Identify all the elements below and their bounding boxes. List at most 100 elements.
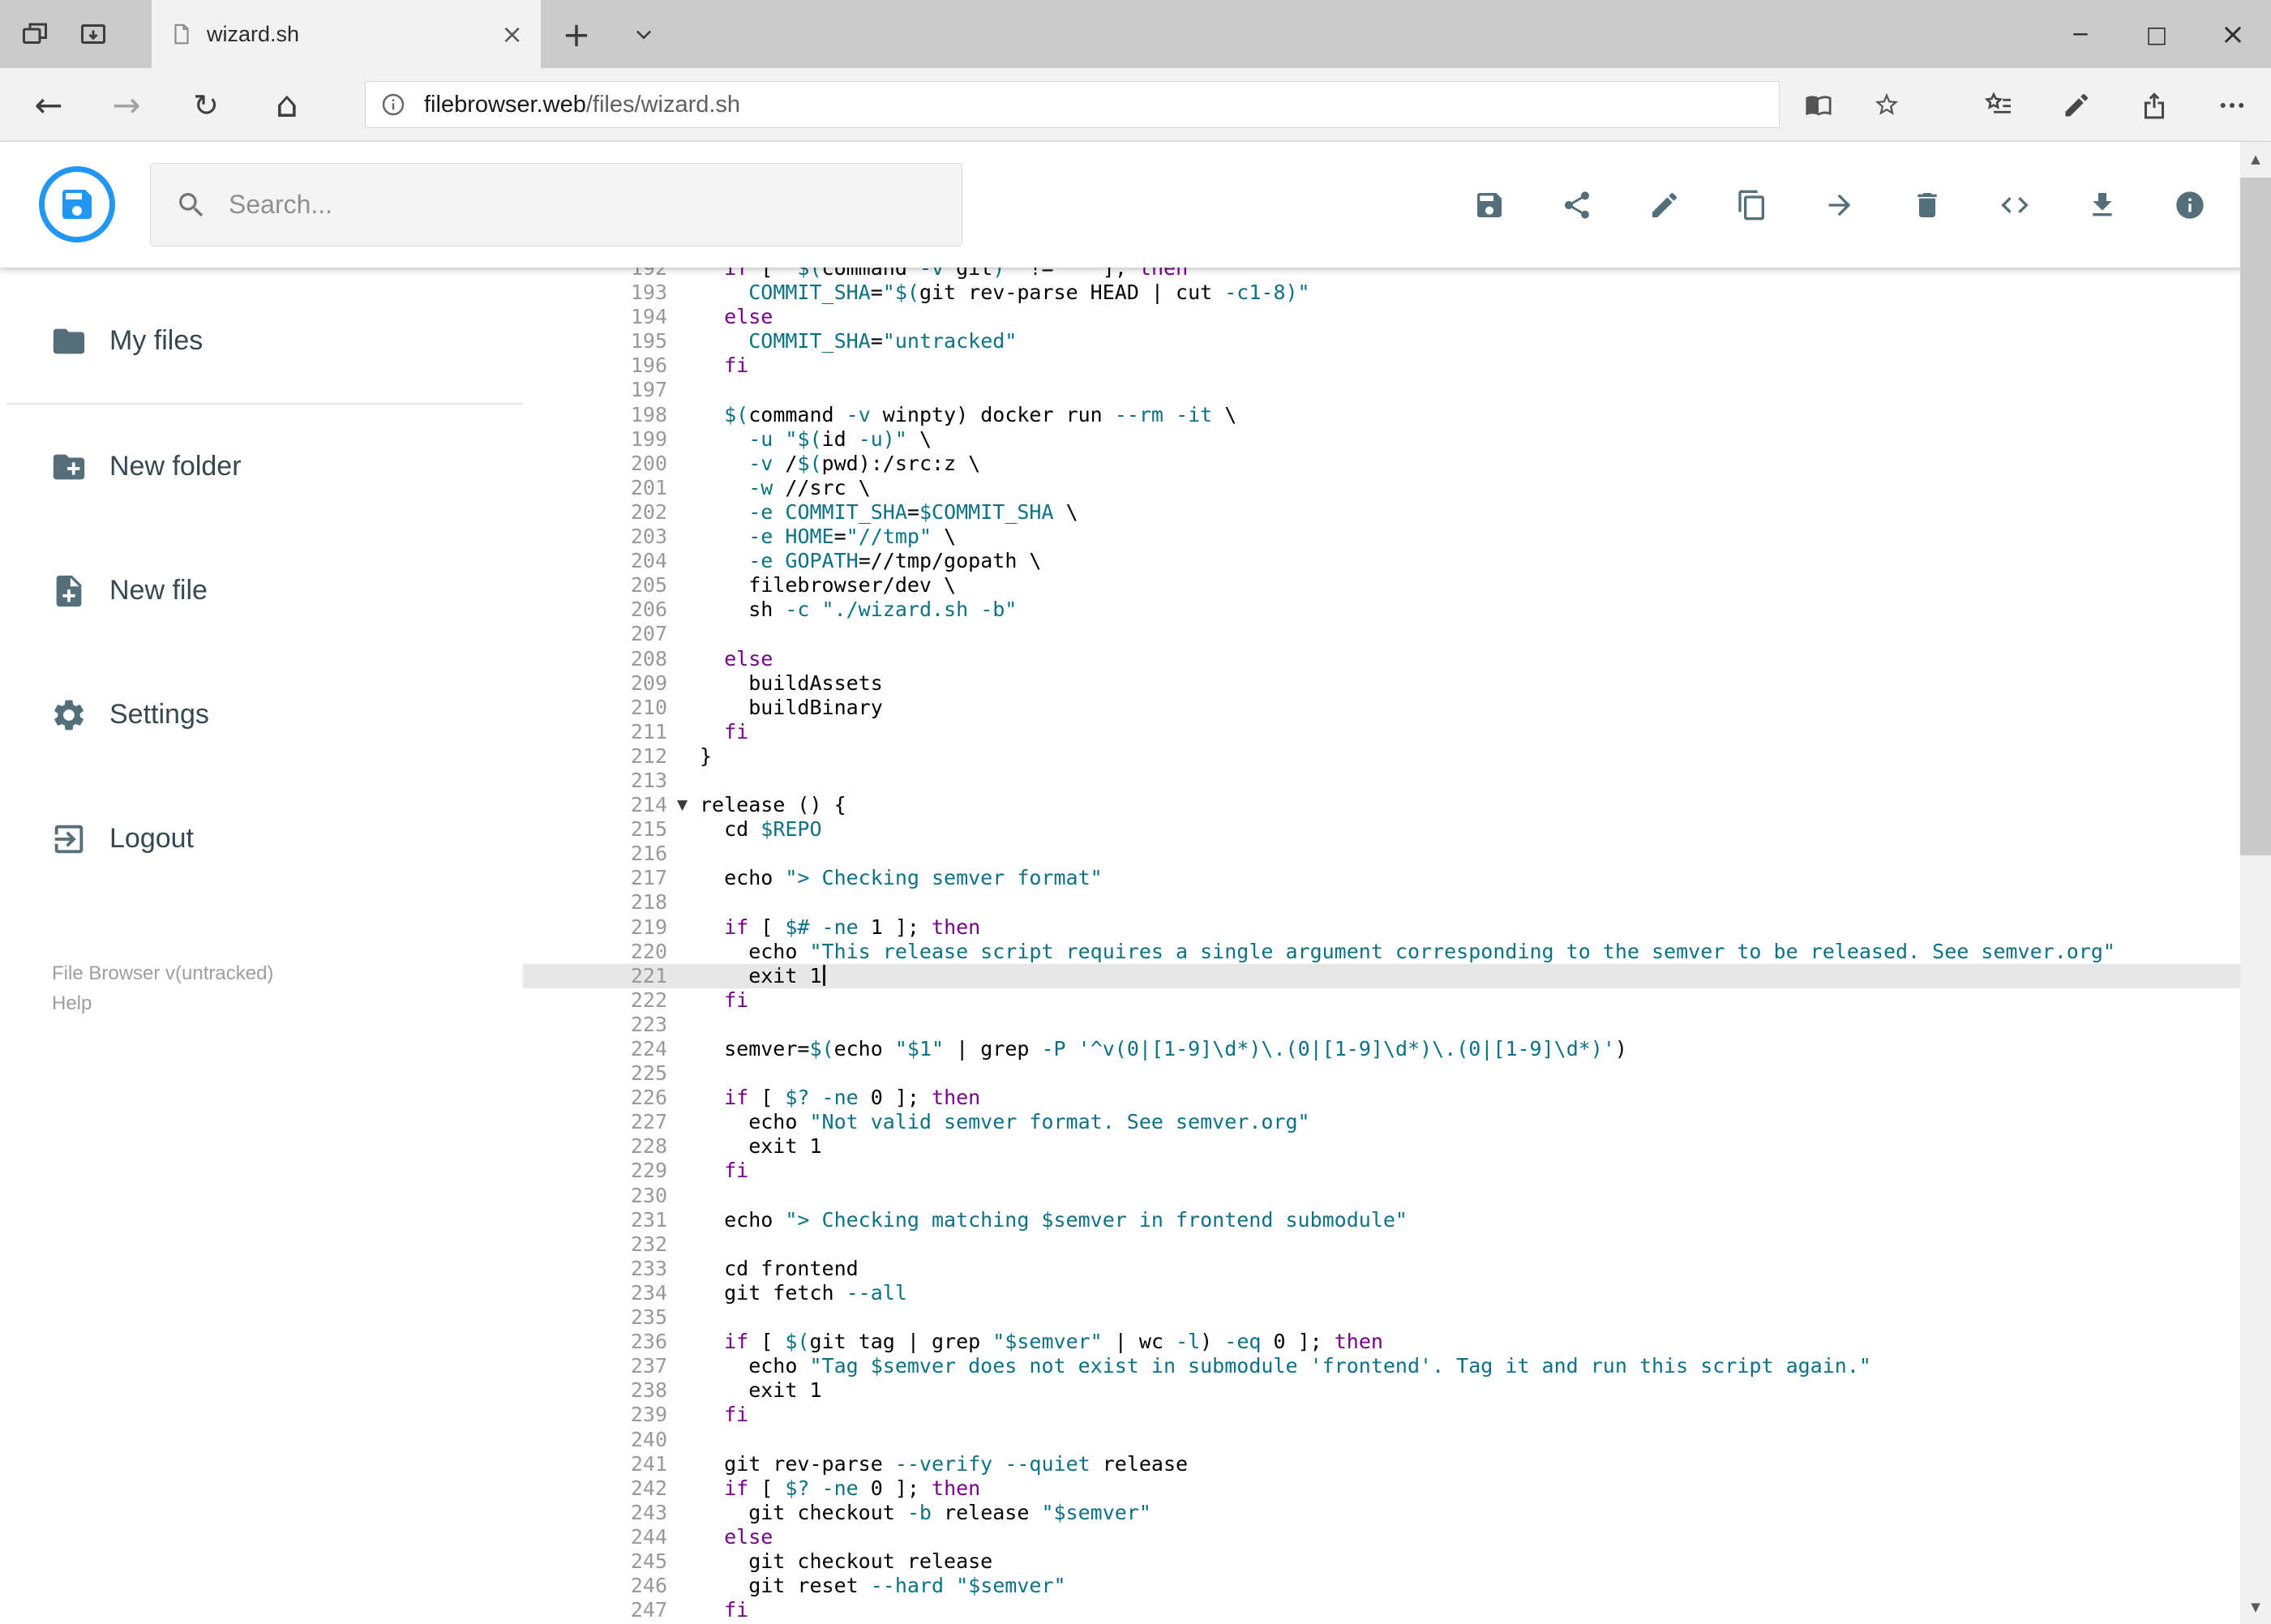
raw-view-button[interactable] — [1997, 187, 2033, 223]
code-line[interactable]: 222 fi — [523, 988, 2240, 1013]
code-line[interactable]: 209 buildAssets — [523, 671, 2240, 696]
code-editor[interactable]: 192 if [ "$(command -v git)" != "" ]; th… — [523, 268, 2240, 1624]
code-line[interactable]: 196 fi — [523, 354, 2240, 378]
copy-button[interactable] — [1734, 187, 1770, 223]
code-line[interactable]: 241 git rev-parse --verify --quiet relea… — [523, 1452, 2240, 1476]
tab-preview-button[interactable] — [10, 0, 60, 68]
move-button[interactable] — [1822, 187, 1858, 223]
address-bar[interactable]: filebrowser.web/files/wizard.sh — [365, 81, 1780, 128]
code-line[interactable]: 230 — [523, 1184, 2240, 1208]
home-button[interactable]: ⌂ — [258, 68, 316, 142]
hub-favorites-button[interactable] — [1960, 68, 2037, 142]
code-line[interactable]: 218 — [523, 890, 2240, 915]
code-line[interactable]: 194 else — [523, 305, 2240, 329]
code-line[interactable]: 200 -v /$(pwd):/src:z \ — [523, 452, 2240, 476]
scrollbar-up-arrow[interactable]: ▲ — [2240, 142, 2271, 176]
code-line[interactable]: 225 — [523, 1061, 2240, 1086]
code-line[interactable]: 193 COMMIT_SHA="$(git rev-parse HEAD | c… — [523, 281, 2240, 305]
scrollbar-thumb[interactable] — [2240, 178, 2271, 855]
back-button[interactable]: ← — [19, 68, 78, 142]
code-line[interactable]: 235 — [523, 1305, 2240, 1330]
code-line[interactable]: 219 if [ $# -ne 1 ]; then — [523, 915, 2240, 940]
filebrowser-logo[interactable] — [39, 166, 115, 242]
share-button[interactable] — [1559, 187, 1595, 223]
code-line[interactable]: 221 exit 1 — [523, 963, 2240, 988]
site-info-icon[interactable] — [380, 92, 406, 118]
code-line[interactable]: 227 echo "Not valid semver format. See s… — [523, 1110, 2240, 1134]
code-line[interactable]: 237 echo "Tag $semver does not exist in … — [523, 1354, 2240, 1378]
search-input[interactable] — [229, 190, 918, 220]
delete-button[interactable] — [1909, 187, 1945, 223]
code-line[interactable]: 243 git checkout -b release "$semver" — [523, 1501, 2240, 1525]
search-box[interactable] — [150, 163, 962, 246]
code-line[interactable]: 220 echo "This release script requires a… — [523, 940, 2240, 964]
code-line[interactable]: 233 cd frontend — [523, 1257, 2240, 1281]
fold-marker-icon[interactable]: ▼ — [677, 793, 688, 817]
code-line[interactable]: 229 fi — [523, 1159, 2240, 1183]
share-page-button[interactable] — [2115, 68, 2193, 142]
rename-button[interactable] — [1647, 187, 1682, 223]
code-line[interactable]: 204 -e GOPATH=//tmp/gopath \ — [523, 549, 2240, 573]
web-note-button[interactable] — [2037, 68, 2115, 142]
code-line[interactable]: 228 exit 1 — [523, 1134, 2240, 1159]
code-line[interactable]: 212} — [523, 744, 2240, 769]
code-line[interactable]: 232 — [523, 1232, 2240, 1257]
code-line[interactable]: 244 else — [523, 1525, 2240, 1549]
scrollbar-down-arrow[interactable]: ▼ — [2240, 1590, 2271, 1624]
tab-list-dropdown-button[interactable] — [618, 0, 670, 68]
sidebar-item-settings[interactable]: Settings — [0, 653, 523, 777]
code-line[interactable]: 242 if [ $? -ne 0 ]; then — [523, 1476, 2240, 1501]
code-line[interactable]: 231 echo "> Checking matching $semver in… — [523, 1208, 2240, 1232]
code-line[interactable]: 239 fi — [523, 1403, 2240, 1427]
page-scrollbar[interactable]: ▲ ▼ — [2240, 142, 2271, 1624]
code-line[interactable]: 195 COMMIT_SHA="untracked" — [523, 329, 2240, 354]
sidebar-item-logout[interactable]: Logout — [0, 777, 523, 901]
code-line[interactable]: 226 if [ $? -ne 0 ]; then — [523, 1086, 2240, 1110]
set-tabs-aside-button[interactable] — [68, 0, 118, 68]
code-line[interactable]: 211 fi — [523, 720, 2240, 744]
sidebar-item-new-file[interactable]: New file — [0, 529, 523, 653]
more-options-button[interactable] — [2193, 68, 2271, 142]
download-button[interactable] — [2085, 187, 2120, 223]
help-link[interactable]: Help — [52, 988, 273, 1018]
code-line[interactable]: 246 git reset --hard "$semver" — [523, 1574, 2240, 1598]
code-line[interactable]: 205 filebrowser/dev \ — [523, 573, 2240, 598]
code-line[interactable]: 234 git fetch --all — [523, 1281, 2240, 1305]
code-line[interactable]: 236 if [ $(git tag | grep "$semver" | wc… — [523, 1330, 2240, 1354]
refresh-button[interactable]: ↻ — [177, 68, 235, 142]
minimize-button[interactable]: ─ — [2042, 0, 2119, 68]
code-line[interactable]: 247 fi — [523, 1598, 2240, 1622]
code-line[interactable]: 210 buildBinary — [523, 696, 2240, 720]
code-line[interactable]: 240 — [523, 1428, 2240, 1452]
close-window-button[interactable]: × — [2195, 0, 2271, 68]
reading-view-button[interactable] — [1793, 81, 1844, 128]
code-line[interactable]: 213 — [523, 769, 2240, 793]
add-favorite-button[interactable] — [1862, 81, 1912, 128]
code-line[interactable]: 224 semver=$(echo "$1" | grep -P '^v(0|[… — [523, 1037, 2240, 1061]
code-line[interactable]: 199 -u "$(id -u)" \ — [523, 427, 2240, 452]
code-line[interactable]: 216 — [523, 842, 2240, 866]
code-line[interactable]: 197 — [523, 378, 2240, 402]
code-line[interactable]: 214 ▼ release () { — [523, 793, 2240, 817]
new-tab-button[interactable]: + — [550, 0, 603, 68]
code-line[interactable]: 201 -w //src \ — [523, 476, 2240, 500]
code-line[interactable]: 245 git checkout release — [523, 1549, 2240, 1574]
save-button[interactable] — [1472, 187, 1507, 223]
forward-button[interactable]: → — [97, 68, 156, 142]
info-button[interactable] — [2172, 187, 2208, 223]
tab-close-button[interactable]: × — [501, 21, 523, 47]
sidebar-item-new-folder[interactable]: New folder — [0, 405, 523, 529]
code-line[interactable]: 198 $(command -v winpty) docker run --rm… — [523, 403, 2240, 427]
code-line[interactable]: 217 echo "> Checking semver format" — [523, 866, 2240, 890]
code-line[interactable]: 202 -e COMMIT_SHA=$COMMIT_SHA \ — [523, 500, 2240, 525]
code-line[interactable]: 208 else — [523, 647, 2240, 671]
browser-tab[interactable]: wizard.sh × — [152, 0, 541, 68]
maximize-button[interactable]: □ — [2119, 0, 2195, 68]
code-line[interactable]: 203 -e HOME="//tmp" \ — [523, 525, 2240, 549]
code-line[interactable]: 238 exit 1 — [523, 1378, 2240, 1403]
code-line[interactable]: 207 — [523, 622, 2240, 646]
code-line[interactable]: 215 cd $REPO — [523, 817, 2240, 842]
code-line[interactable]: 192 if [ "$(command -v git)" != "" ]; th… — [523, 268, 2240, 281]
sidebar-item-my-files[interactable]: My files — [0, 279, 523, 403]
code-line[interactable]: 223 — [523, 1013, 2240, 1037]
